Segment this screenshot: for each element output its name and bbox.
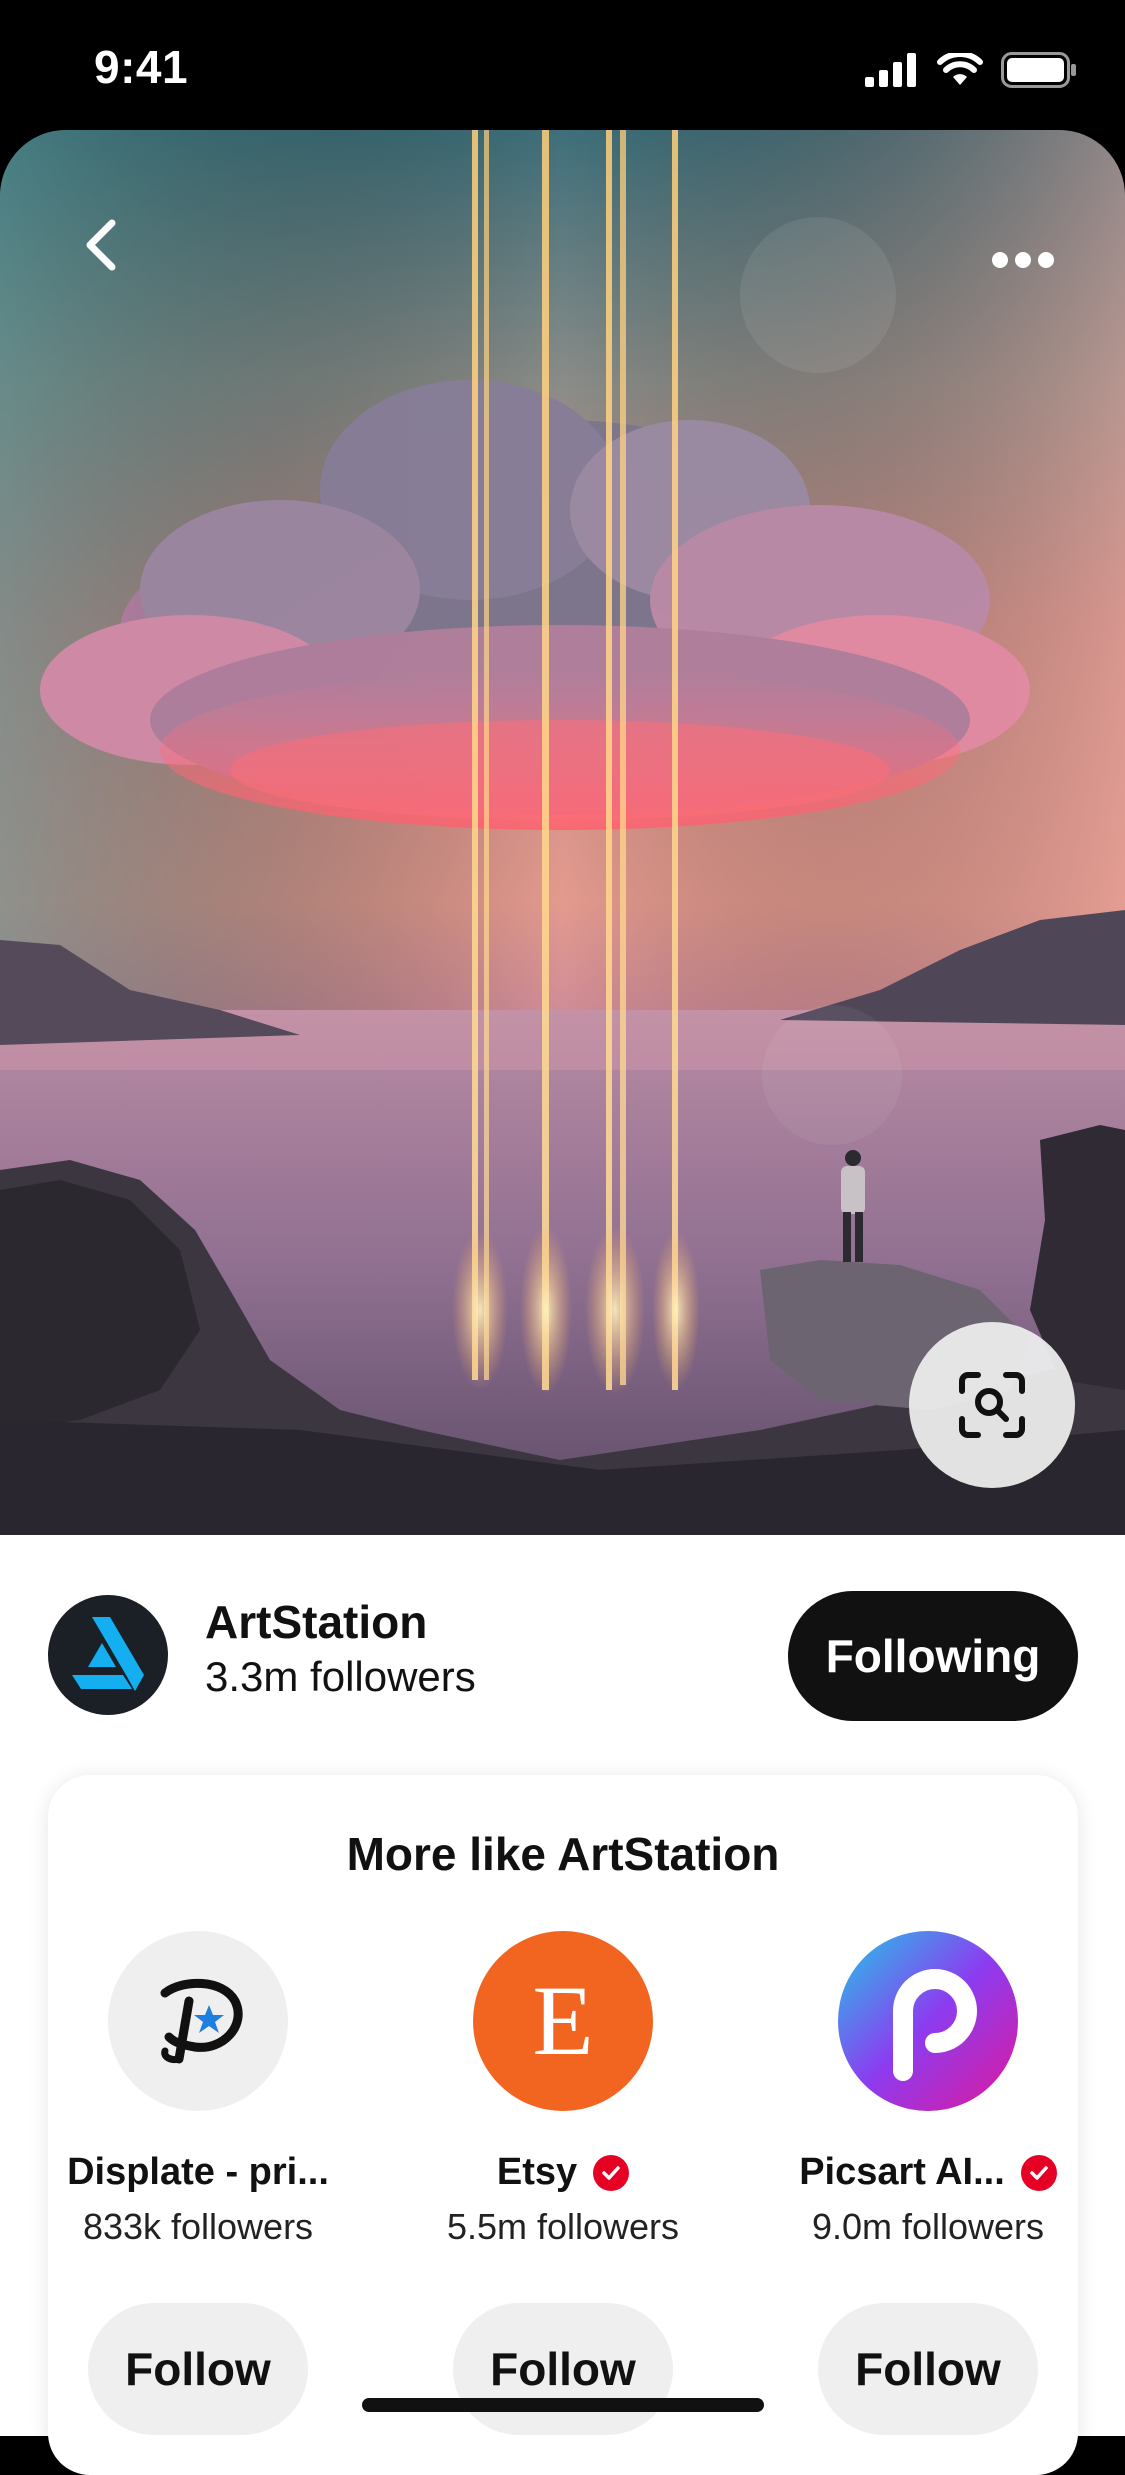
verified-badge-icon (1020, 2154, 1057, 2191)
status-icons (865, 50, 1077, 90)
creator-name[interactable]: ArtStation (205, 1595, 427, 1649)
suggested-creator-name-line: Displate - pri... (48, 2151, 348, 2194)
following-button[interactable]: Following (788, 1591, 1078, 1721)
follow-button[interactable]: Follow (818, 2303, 1038, 2435)
visual-search-button[interactable] (909, 1322, 1075, 1488)
battery-icon (1001, 52, 1076, 88)
follow-button[interactable]: Follow (453, 2303, 673, 2435)
more-like-title: More like ArtStation (346, 1828, 780, 1880)
artstation-logo-icon (72, 1617, 144, 1691)
suggested-creator-followers: 833k followers (82, 2206, 314, 2247)
suggested-creator: E Etsy 5.5m followers Follow (413, 1931, 713, 2451)
more-like-card: More like ArtStation Displate - pri... 8… (48, 1775, 1078, 2475)
pin-artwork (0, 130, 1125, 1535)
chevron-left-icon (86, 219, 116, 271)
suggested-creator: Displate - pri... 833k followers Follow (48, 1931, 348, 2451)
more-options-button[interactable] (983, 230, 1063, 290)
creator-followers: 3.3m followers (205, 1653, 476, 1700)
suggested-creator-name-line: Picsart AI... (778, 2151, 1078, 2194)
status-bar: 9:41 (0, 0, 1125, 130)
suggested-creator-name-line: Etsy (413, 2151, 713, 2194)
status-time: 9:41 (94, 41, 189, 93)
suggested-creator-avatar[interactable] (838, 1931, 1018, 2111)
verified-badge-icon (593, 2154, 630, 2191)
creator-avatar[interactable] (48, 1595, 168, 1715)
pin-image[interactable] (0, 130, 1125, 1535)
pin-details: ArtStation 3.3m followers Following More… (0, 1535, 1125, 2475)
back-button[interactable] (70, 205, 130, 285)
suggested-creator-followers: 5.5m followers (446, 2206, 680, 2247)
more-horizontal-icon (992, 252, 1054, 268)
picsart-logo-icon (893, 1969, 977, 2081)
suggested-creator-name[interactable]: Picsart AI... (799, 2151, 1005, 2194)
suggested-creator: Picsart AI... 9.0m followers Follow (778, 1931, 1078, 2451)
cellular-signal-icon (865, 53, 916, 87)
suggested-creator-avatar[interactable] (108, 1931, 288, 2111)
home-indicator[interactable] (362, 2398, 764, 2412)
suggested-creator-avatar[interactable]: E (473, 1931, 653, 2111)
wifi-icon (937, 53, 983, 85)
suggested-creator-name[interactable]: Displate - pri... (67, 2151, 329, 2194)
creator-row: ArtStation 3.3m followers Following (48, 1591, 1078, 1725)
visual-search-icon (959, 1372, 1025, 1438)
displate-logo-icon (160, 1978, 243, 2064)
suggested-creator-followers: 9.0m followers (811, 2206, 1045, 2247)
follow-button[interactable]: Follow (88, 2303, 308, 2435)
etsy-logo-letter: E (532, 1965, 594, 2076)
suggested-creator-name[interactable]: Etsy (497, 2151, 577, 2194)
